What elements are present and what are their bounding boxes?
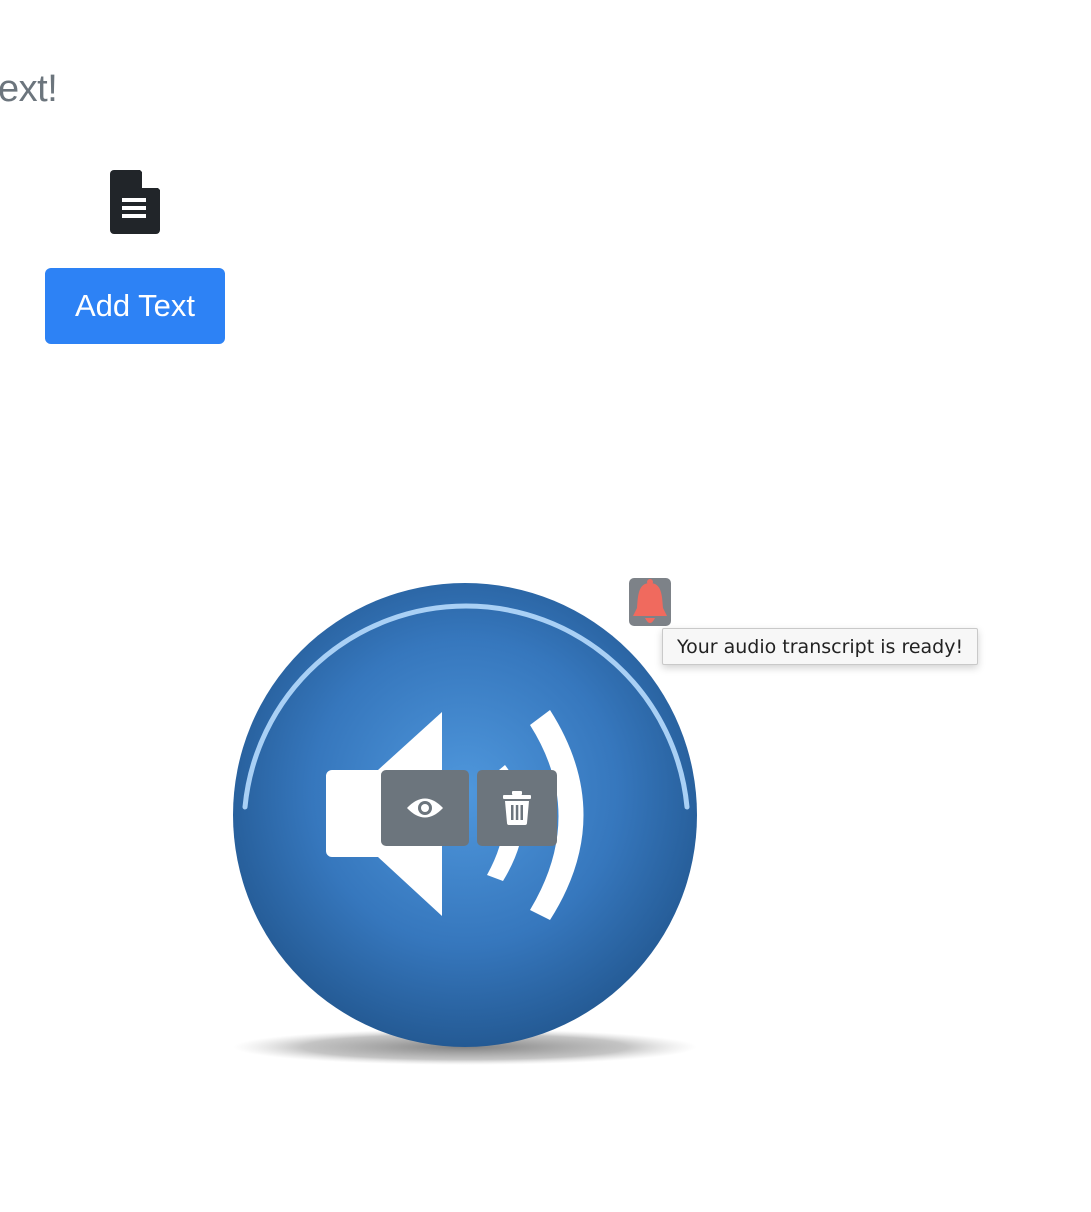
notification-bell-button[interactable]: [629, 578, 671, 626]
bell-icon: [633, 579, 667, 623]
view-button[interactable]: [381, 770, 469, 846]
delete-button[interactable]: [477, 770, 557, 846]
notification-tooltip: Your audio transcript is ready!: [662, 628, 979, 665]
file-text-icon: [110, 170, 160, 234]
eye-icon: [407, 798, 443, 818]
add-text-button[interactable]: Add Text: [45, 268, 225, 344]
audio-item: [225, 575, 705, 1075]
trash-icon: [503, 791, 531, 825]
page-heading: ext!: [0, 68, 58, 110]
